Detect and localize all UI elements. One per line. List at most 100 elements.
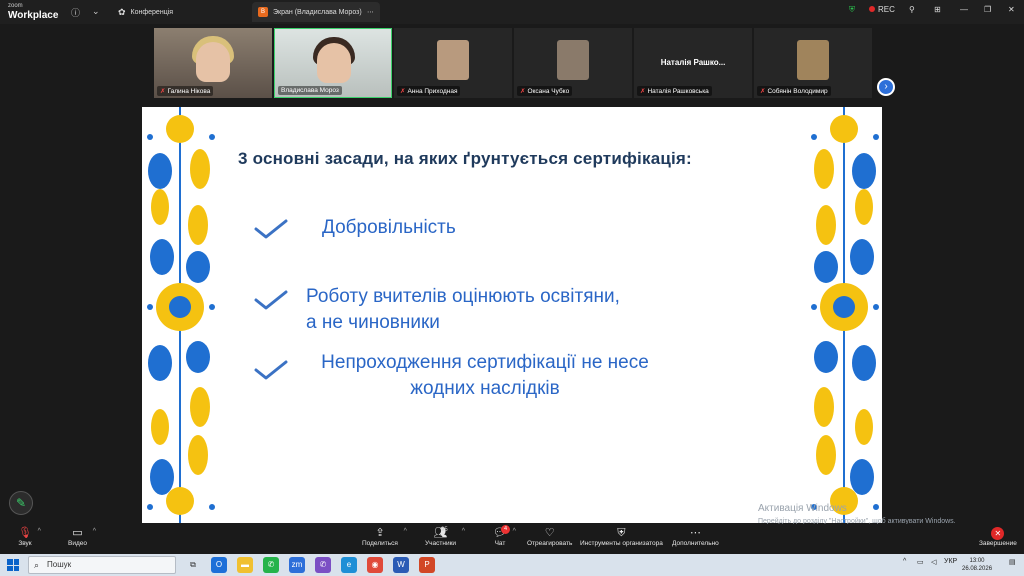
chevron-up-icon[interactable]: ^: [462, 528, 465, 535]
participant-tile[interactable]: ✗ Собянін Володимир: [754, 28, 872, 98]
share-label: Поделиться: [362, 540, 398, 547]
mic-muted-icon: ✗: [760, 88, 766, 95]
outlook-icon[interactable]: O: [211, 557, 227, 573]
word-icon[interactable]: W: [393, 557, 409, 573]
mic-muted-icon: 🎙︎: [18, 527, 32, 539]
next-page-icon[interactable]: ›: [877, 78, 895, 96]
notifications-icon[interactable]: ▤: [1009, 558, 1016, 566]
participants-button[interactable]: 👥︎ 95 Участники ^: [425, 527, 465, 547]
camera-icon: ▭: [72, 527, 83, 539]
windows-taskbar: ⌕ Пошук ⧉ O ▬ ✆ zm ✆ e ◉ W P ^ ▭ ◁ УКР 1…: [0, 554, 1024, 576]
participant-display-name: Наталія Рашко...: [660, 58, 726, 67]
chevron-up-icon[interactable]: ^: [38, 528, 41, 535]
viber-icon[interactable]: ✆: [315, 557, 331, 573]
tab-meeting[interactable]: ✿ Конференція: [112, 2, 179, 22]
end-label: Завершение: [979, 540, 1017, 547]
react-label: Отреагировать: [527, 540, 573, 547]
powerpoint-icon[interactable]: P: [419, 557, 435, 573]
video-label: Видео: [68, 540, 87, 547]
host-tools-button[interactable]: ⛨ Инструменты организатора: [580, 527, 663, 547]
windows-activation-title: Активація Windows: [758, 503, 847, 514]
participant-tile-active-speaker[interactable]: Владислава Мороз: [274, 28, 392, 98]
tab-meeting-label: Конференція: [130, 8, 174, 16]
chat-unread-badge: 4: [501, 525, 510, 534]
chevron-down-icon[interactable]: ⌄: [92, 6, 100, 17]
task-view-icon[interactable]: ⧉: [185, 557, 201, 573]
participant-tile[interactable]: Наталія Рашко... ✗ Наталія Рашковська: [634, 28, 752, 98]
volume-icon[interactable]: ◁: [931, 558, 936, 566]
windows-start-icon[interactable]: [7, 559, 19, 571]
language-indicator[interactable]: УКР: [944, 558, 957, 565]
file-explorer-icon[interactable]: ▬: [237, 557, 253, 573]
more-icon[interactable]: ⋯: [367, 8, 374, 16]
video-button[interactable]: ▭ Видео ^: [68, 527, 96, 547]
slide-item-line: Непроходження сертифікації не несе: [321, 352, 649, 373]
chrome-icon[interactable]: ◉: [367, 557, 383, 573]
close-icon: ✕: [991, 527, 1005, 540]
edge-icon[interactable]: e: [341, 557, 357, 573]
slide-item: Непроходження сертифікації не несе жодни…: [300, 350, 670, 402]
chat-button[interactable]: 💬︎ 4 Чат ^: [493, 525, 516, 547]
paw-icon: ✿: [118, 6, 126, 17]
participant-name: Владислава Мороз: [281, 87, 339, 94]
minimize-icon[interactable]: —: [960, 5, 968, 14]
grid-view-icon[interactable]: ⊞: [934, 5, 941, 14]
floral-ornament-left: [147, 107, 215, 523]
checkmark-icon: [254, 360, 288, 380]
react-button[interactable]: ♡ Отреагировать: [527, 527, 572, 547]
mic-muted-icon: ✗: [400, 88, 406, 95]
network-icon[interactable]: ▭: [917, 558, 924, 566]
audio-label: Звук: [18, 540, 32, 547]
chevron-up-icon[interactable]: ^: [513, 528, 516, 535]
share-screen-icon: ⇪: [375, 527, 385, 539]
participant-name: Галина Нікова: [167, 88, 211, 95]
slide-item-line: жодних наслідків: [410, 378, 560, 399]
slide-item: Роботу вчителів оцінюють освітяни, а не …: [306, 284, 620, 336]
participant-name: Наталія Рашковська: [647, 88, 709, 95]
more-icon: ⋯: [689, 527, 701, 539]
recording-indicator[interactable]: REC: [869, 5, 895, 14]
shield-icon: ⛨: [617, 527, 626, 539]
participants-count: 95: [441, 527, 448, 533]
checkmark-icon: [254, 290, 288, 310]
zoom-app-icon[interactable]: zm: [289, 557, 305, 573]
annotate-pencil-icon[interactable]: ✎: [9, 491, 33, 515]
participants-label: Участники: [425, 540, 457, 547]
taskbar-clock[interactable]: 13:00 26.08.2026: [962, 557, 992, 573]
end-button[interactable]: ✕ Завершение: [979, 527, 1017, 547]
chat-label: Чат: [494, 540, 506, 547]
participant-tile[interactable]: ✗ Оксана Чубко: [514, 28, 632, 98]
tab-screen-share[interactable]: B Экран (Владислава Мороз) ⋯: [252, 2, 380, 22]
whatsapp-icon[interactable]: ✆: [263, 557, 279, 573]
close-icon[interactable]: ✕: [1008, 5, 1015, 14]
pin-icon[interactable]: ⚲: [909, 5, 915, 14]
rec-dot-icon: [869, 6, 875, 12]
security-shield-icon[interactable]: ⛨: [849, 5, 855, 15]
audio-button[interactable]: 🎙︎ Звук ^: [18, 527, 41, 547]
heart-icon: ♡: [544, 527, 555, 539]
logo-bottom: Workplace: [8, 10, 59, 21]
floral-ornament-right: [811, 107, 879, 523]
host-tools-label: Инструменты организатора: [580, 540, 663, 547]
slide-item-line: Добровільність: [322, 217, 456, 238]
share-button[interactable]: ⇪ Поделиться ^: [362, 527, 407, 547]
taskbar-search[interactable]: ⌕ Пошук: [28, 556, 176, 574]
more-button[interactable]: ⋯ Дополнительно: [672, 527, 719, 547]
slide-item: Добровільність: [322, 215, 456, 241]
more-label: Дополнительно: [672, 540, 719, 547]
search-icon: ⌕: [34, 560, 40, 570]
participant-tile[interactable]: ✗ Галина Нікова: [154, 28, 272, 98]
clock-date: 26.08.2026: [962, 566, 993, 572]
info-icon[interactable]: ⓘ: [71, 6, 80, 19]
zoom-logo: zoom Workplace: [8, 2, 59, 21]
participant-tile[interactable]: ✗ Анна Приходная: [394, 28, 512, 98]
chevron-up-icon[interactable]: ^: [903, 558, 906, 565]
mic-muted-icon: ✗: [160, 88, 166, 95]
mic-muted-icon: ✗: [640, 88, 646, 95]
chevron-up-icon[interactable]: ^: [404, 528, 407, 535]
avatar: [557, 40, 589, 80]
chevron-up-icon[interactable]: ^: [93, 528, 96, 535]
restore-icon[interactable]: ❐: [984, 5, 991, 14]
taskbar-search-label: Пошук: [47, 560, 72, 569]
mic-muted-icon: ✗: [520, 88, 526, 95]
